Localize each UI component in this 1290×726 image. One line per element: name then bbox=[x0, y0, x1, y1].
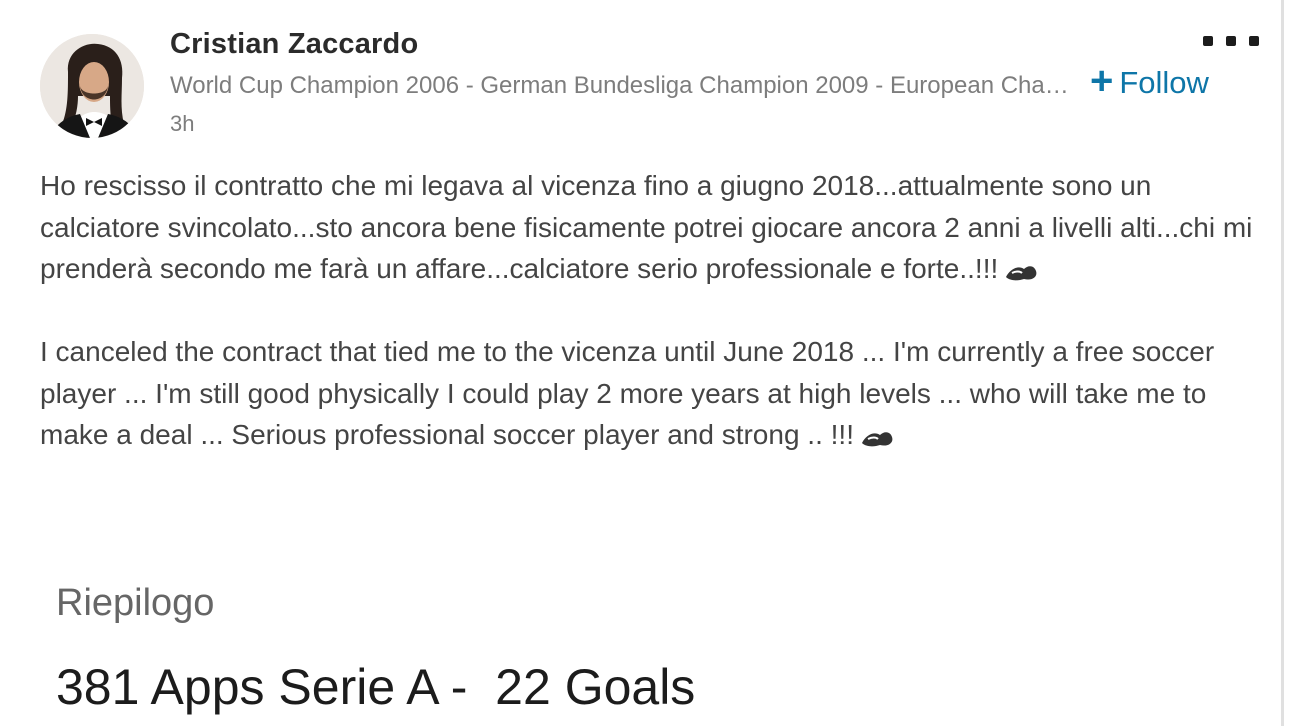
follow-button[interactable]: + Follow bbox=[1086, 60, 1213, 106]
follow-label: Follow bbox=[1119, 65, 1209, 100]
more-options-icon[interactable] bbox=[1203, 26, 1259, 56]
flexed-biceps-icon bbox=[1006, 265, 1037, 280]
more-dot bbox=[1203, 36, 1213, 46]
post-paragraph-english: I canceled the contract that tied me to … bbox=[40, 331, 1255, 456]
post-timestamp: 3h bbox=[170, 111, 195, 136]
plus-icon: + bbox=[1090, 59, 1114, 103]
post-paragraph-italian: Ho rescisso il contratto che mi legava a… bbox=[40, 165, 1255, 290]
post-card: Cristian Zaccardo World Cup Champion 200… bbox=[0, 0, 1284, 726]
summary-stats: 381 Apps Serie A - 22 Goals bbox=[56, 659, 696, 715]
profile-photo-icon bbox=[40, 34, 144, 138]
flexed-biceps-icon bbox=[861, 431, 893, 446]
post-text-english: I canceled the contract that tied me to … bbox=[40, 336, 1215, 450]
summary-title: Riepilogo bbox=[56, 582, 215, 624]
more-dot bbox=[1249, 36, 1259, 46]
more-dot bbox=[1226, 36, 1236, 46]
author-avatar[interactable] bbox=[40, 34, 144, 138]
author-name[interactable]: Cristian Zaccardo bbox=[170, 28, 418, 61]
post-text-italian: Ho rescisso il contratto che mi legava a… bbox=[40, 170, 1253, 284]
post-body: Ho rescisso il contratto che mi legava a… bbox=[40, 165, 1255, 456]
author-headline: World Cup Champion 2006 - German Bundesl… bbox=[170, 72, 1075, 99]
